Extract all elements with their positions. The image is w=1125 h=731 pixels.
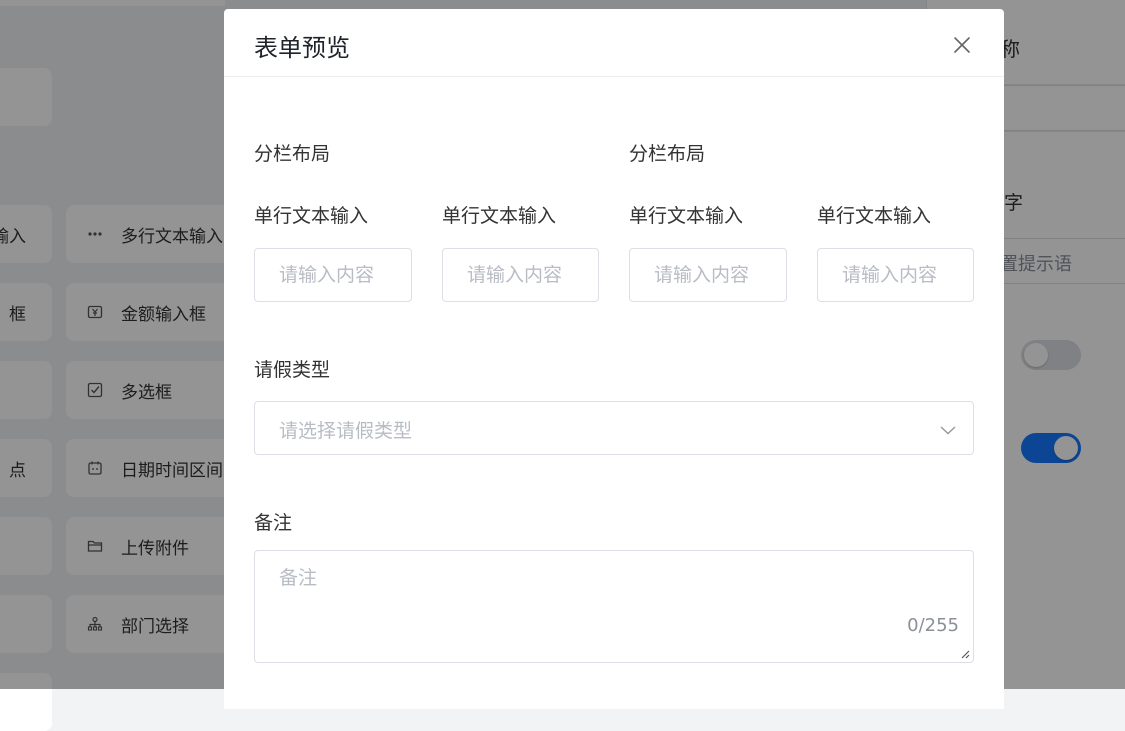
text-input[interactable] xyxy=(629,248,787,302)
leave-type-label: 请假类型 xyxy=(254,359,331,381)
close-button[interactable] xyxy=(952,35,972,55)
field-label: 单行文本输入 xyxy=(629,205,744,227)
text-input[interactable] xyxy=(254,248,412,302)
dialog-title: 表单预览 xyxy=(254,34,350,62)
text-input[interactable] xyxy=(817,248,974,302)
column-title: 分栏布局 xyxy=(254,143,331,165)
remarks-label: 备注 xyxy=(254,512,293,534)
close-icon xyxy=(954,37,970,53)
column-title: 分栏布局 xyxy=(629,143,706,165)
select-placeholder: 请选择请假类型 xyxy=(279,420,413,442)
text-input[interactable] xyxy=(442,248,599,302)
remarks-textarea[interactable] xyxy=(255,551,973,662)
dialog-header: 表单预览 xyxy=(224,9,1004,77)
resize-handle-icon[interactable] xyxy=(958,647,970,659)
field-label: 单行文本输入 xyxy=(254,205,369,227)
field-label: 单行文本输入 xyxy=(442,205,557,227)
form-preview-dialog: 表单预览 分栏布局 分栏布局 单行文本输入 单行文本输入 单行文本输入 单行文本… xyxy=(224,9,1004,709)
char-counter: 0/255 xyxy=(907,615,959,636)
chevron-down-icon xyxy=(940,426,956,435)
leave-type-select[interactable]: 请选择请假类型 xyxy=(254,401,974,455)
remarks-textarea-wrapper: 0/255 xyxy=(254,550,974,663)
field-label: 单行文本输入 xyxy=(817,205,932,227)
